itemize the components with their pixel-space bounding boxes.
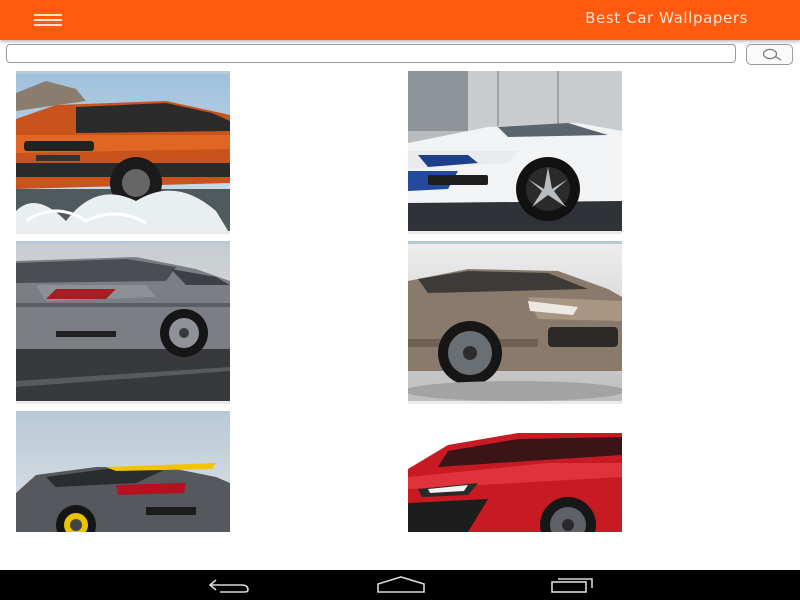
thumbnail-border <box>16 71 230 74</box>
thumbnail-border <box>16 411 230 414</box>
app-bar: Best Car Wallpapers <box>0 0 800 40</box>
wallpaper-image <box>408 241 622 404</box>
recent-apps-button[interactable] <box>540 574 600 596</box>
search-icon <box>762 48 782 61</box>
search-button[interactable] <box>746 44 793 65</box>
wallpaper-thumbnail[interactable] <box>408 71 622 234</box>
thumbnail-border <box>16 241 230 244</box>
thumbnail-border <box>408 241 622 244</box>
wallpaper-thumbnail[interactable] <box>408 241 622 404</box>
thumbnail-border <box>408 231 622 234</box>
wallpaper-image <box>16 241 230 404</box>
thumbnail-border <box>408 401 622 404</box>
wallpaper-image <box>408 71 622 234</box>
home-icon <box>377 576 425 593</box>
wallpaper-thumbnail[interactable] <box>16 71 230 234</box>
recent-apps-icon <box>551 578 593 593</box>
thumbnail-border <box>16 401 230 404</box>
wallpaper-thumbnail[interactable] <box>408 433 622 532</box>
back-icon <box>208 579 249 593</box>
wallpaper-image <box>16 411 230 532</box>
home-button[interactable] <box>368 574 428 596</box>
wallpaper-image <box>408 433 622 532</box>
hamburger-menu-icon <box>34 14 62 26</box>
thumbnail-border <box>16 231 230 234</box>
back-button[interactable] <box>198 574 258 596</box>
menu-button[interactable] <box>28 8 68 32</box>
system-nav-bar <box>0 570 800 600</box>
wallpaper-image <box>16 71 230 234</box>
wallpaper-thumbnail[interactable] <box>16 411 230 532</box>
search-input[interactable] <box>6 44 736 63</box>
app-title: Best Car Wallpapers <box>585 9 748 27</box>
wallpaper-thumbnail[interactable] <box>16 241 230 404</box>
app-screen: Best Car Wallpapers <box>0 0 800 600</box>
